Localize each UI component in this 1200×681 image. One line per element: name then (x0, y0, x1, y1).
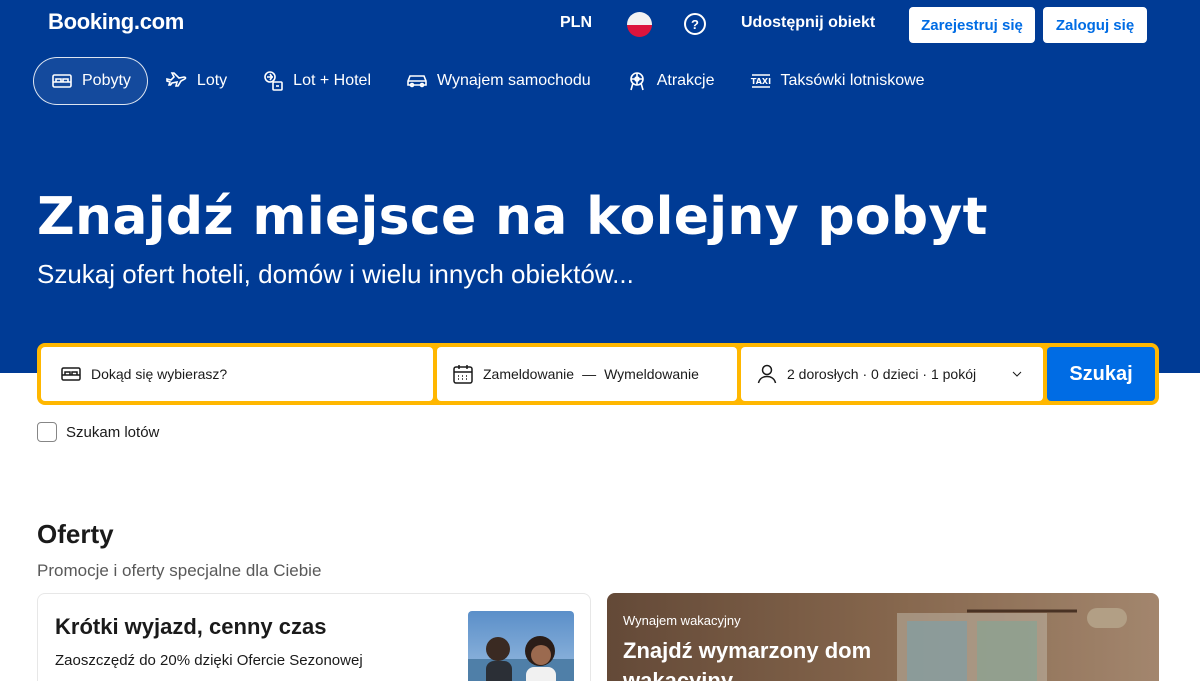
taxi-icon: TAXI (749, 69, 773, 93)
plane-icon (165, 69, 189, 93)
offer-card-image (468, 611, 574, 681)
tab-label: Pobyty (82, 72, 131, 89)
guests-label: 2 dorosłych · 0 dzieci · 1 pokój (787, 366, 977, 382)
offer-card-title: Znajdź wymarzony dom (623, 638, 872, 663)
offer-card-label: Wynajem wakacyjny (623, 613, 741, 628)
checkout-label: Wymeldowanie (604, 366, 699, 382)
flights-checkbox-row[interactable]: Szukam lotów (37, 422, 159, 442)
date-separator: — (582, 366, 597, 382)
tab-car-rental[interactable]: Wynajem samochodu (388, 57, 608, 105)
offer-card-description: Zaoszczędź do 20% dzięki Ofercie Sezonow… (55, 652, 363, 669)
calendar-icon (453, 365, 473, 384)
tab-label: Lot + Hotel (293, 72, 371, 89)
bed-icon (61, 367, 81, 381)
date-picker[interactable]: Zameldowanie — Wymeldowanie (437, 347, 737, 401)
flights-checkbox[interactable] (37, 422, 57, 442)
checkin-label: Zameldowanie (483, 366, 575, 382)
offer-card-title: Krótki wyjazd, cenny czas (55, 614, 327, 639)
tab-label: Atrakcje (656, 72, 715, 89)
offers-heading: Oferty (37, 519, 114, 549)
search-bar: Dokąd się wybierasz? Zameldowanie — Wyme… (37, 343, 1159, 405)
search-button[interactable]: Szukaj (1047, 347, 1155, 401)
destination-input[interactable]: Dokąd się wybierasz? (41, 347, 433, 401)
tab-flights[interactable]: Loty (148, 57, 244, 105)
tab-label: Taksówki lotniskowe (780, 72, 925, 89)
offers-subheading: Promocje i oferty specjalne dla Ciebie (37, 561, 322, 580)
tab-stays[interactable]: Pobyty (33, 57, 148, 105)
flight-hotel-icon (261, 69, 285, 93)
help-icon[interactable]: ? (684, 13, 706, 35)
offer-card-vacation-rental[interactable]: Wynajem wakacyjny Znajdź wymarzony dom w… (607, 593, 1159, 681)
login-button[interactable]: Zaloguj się (1043, 7, 1147, 43)
tab-airport-taxis[interactable]: TAXI Taksówki lotniskowe (732, 57, 942, 105)
register-button[interactable]: Zarejestruj się (909, 7, 1035, 43)
list-property-link[interactable]: Udostępnij obiekt (741, 14, 875, 32)
attractions-icon (625, 69, 649, 93)
language-flag-icon[interactable] (627, 12, 652, 37)
destination-placeholder: Dokąd się wybierasz? (91, 366, 228, 382)
product-nav: Pobyty Loty Lot + Hotel Wynajem samochod… (33, 57, 942, 105)
person-icon (757, 364, 777, 384)
chevron-down-icon (1012, 371, 1022, 377)
offer-card-seasonal[interactable]: Krótki wyjazd, cenny czas Zaoszczędź do … (37, 593, 591, 681)
tab-flight-hotel[interactable]: Lot + Hotel (244, 57, 388, 105)
currency-selector[interactable]: PLN (560, 14, 592, 32)
svg-text:TAXI: TAXI (750, 77, 770, 86)
booking-logo[interactable]: Booking.com (48, 9, 184, 35)
page-subtitle: Szukaj ofert hoteli, domów i wielu innyc… (37, 259, 634, 289)
offer-card-title-continued: wakacyjny (623, 668, 734, 681)
tab-label: Loty (196, 72, 228, 89)
bed-icon (50, 69, 74, 93)
tab-label: Wynajem samochodu (437, 72, 591, 89)
tab-attractions[interactable]: Atrakcje (608, 57, 732, 105)
car-icon (405, 69, 429, 93)
page-title: Znajdź miejsce na kolejny pobyt (37, 187, 988, 247)
flights-checkbox-label: Szukam lotów (66, 423, 160, 441)
guests-selector[interactable]: 2 dorosłych · 0 dzieci · 1 pokój (741, 347, 1043, 401)
